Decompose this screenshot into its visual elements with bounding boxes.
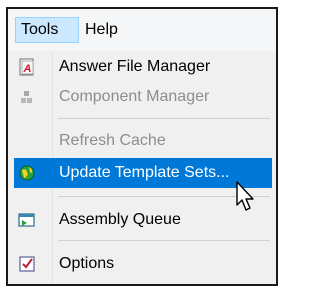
- options-checkbox-icon: [19, 256, 35, 272]
- answer-file-manager-label: Answer File Manager: [59, 58, 211, 75]
- update-globe-icon: [19, 165, 35, 181]
- menu-item-update-template-sets[interactable]: Update Template Sets...: [14, 158, 272, 188]
- svg-text:A: A: [23, 63, 32, 75]
- tools-menu-frame: Tools Help A Answer File Manager Compone…: [6, 7, 278, 286]
- menu-item-answer-file-manager[interactable]: A Answer File Manager: [8, 52, 276, 82]
- menu-help-label: Help: [85, 21, 118, 38]
- menu-item-options[interactable]: Options: [8, 249, 276, 279]
- menu-item-assembly-queue[interactable]: Assembly Queue: [8, 205, 276, 235]
- options-label: Options: [59, 255, 115, 272]
- update-template-sets-label: Update Template Sets...: [59, 164, 230, 181]
- answer-file-icon: A: [19, 58, 34, 76]
- menu-separator: [58, 118, 270, 119]
- refresh-cache-label: Refresh Cache: [59, 132, 166, 149]
- component-icon: [21, 91, 32, 103]
- menu-separator: [58, 240, 270, 241]
- menu-tools[interactable]: Tools: [15, 17, 79, 43]
- menu-help[interactable]: Help: [80, 17, 128, 43]
- menu-tools-label: Tools: [21, 21, 59, 38]
- tools-dropdown: A Answer File Manager Component Manager …: [8, 51, 276, 284]
- menu-item-refresh-cache[interactable]: Refresh Cache: [8, 126, 276, 156]
- menu-bar: Tools Help: [8, 9, 276, 51]
- menu-item-component-manager[interactable]: Component Manager: [8, 82, 276, 112]
- assembly-queue-label: Assembly Queue: [59, 211, 181, 228]
- assembly-queue-icon: [18, 213, 35, 227]
- component-manager-label: Component Manager: [59, 88, 210, 105]
- menu-separator: [58, 196, 270, 197]
